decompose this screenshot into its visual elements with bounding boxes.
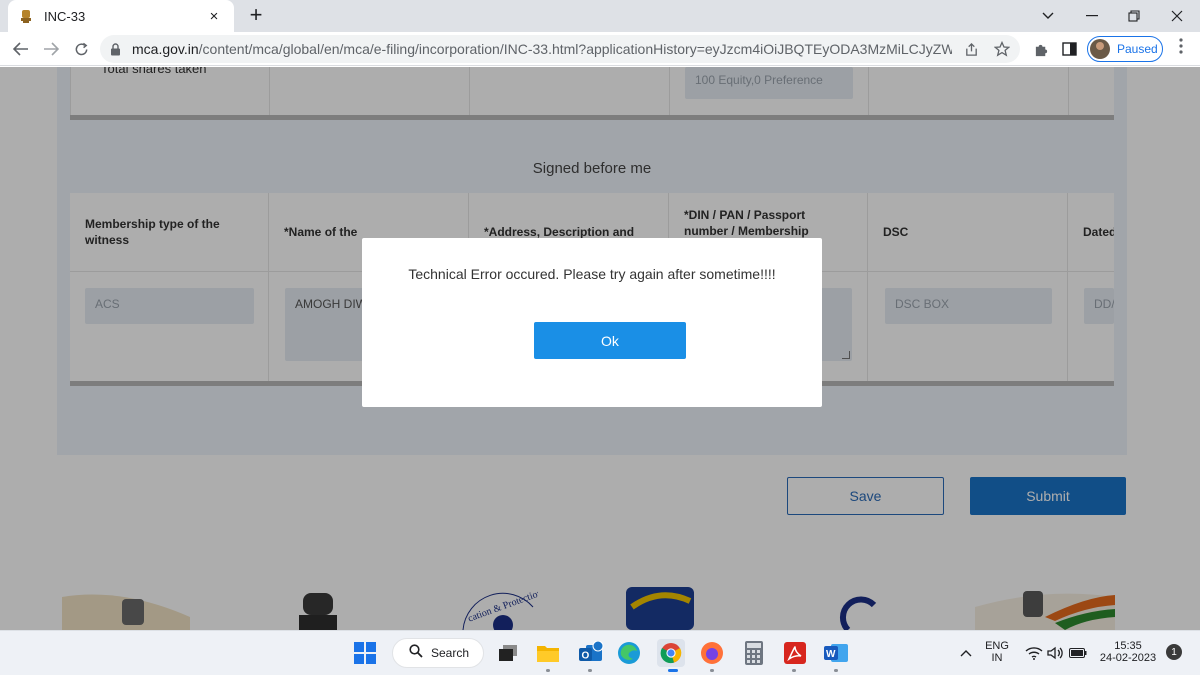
language-code: ENG xyxy=(985,640,1009,652)
svg-text:W: W xyxy=(826,649,836,660)
outlook-icon[interactable]: O xyxy=(577,639,605,667)
edge-icon[interactable] xyxy=(615,639,643,667)
running-indicator xyxy=(834,669,838,672)
restore-icon[interactable] xyxy=(1113,0,1155,32)
language-indicator[interactable]: ENG IN xyxy=(982,640,1012,664)
battery-icon[interactable] xyxy=(1064,639,1092,667)
browser-tab-active[interactable]: INC-33 × xyxy=(8,0,234,32)
ok-button[interactable]: Ok xyxy=(534,322,686,359)
new-tab-button[interactable]: + xyxy=(244,4,268,28)
running-indicator xyxy=(546,669,550,672)
clock-date: 24-02-2023 xyxy=(1099,652,1157,664)
url-host: mca.gov.in xyxy=(132,41,199,57)
emblem-favicon-icon xyxy=(18,8,34,24)
notification-badge[interactable]: 1 xyxy=(1166,644,1182,660)
acrobat-icon[interactable] xyxy=(781,639,809,667)
windows-taskbar: Search O W ENG IN 15:35 24-02-2023 1 xyxy=(0,630,1200,675)
url-path: /content/mca/global/en/mca/e-filing/inco… xyxy=(198,41,952,57)
task-view-icon[interactable] xyxy=(494,639,522,667)
tab-title: INC-33 xyxy=(44,8,86,24)
region-code: IN xyxy=(991,652,1003,664)
windows-start-icon[interactable] xyxy=(351,639,379,667)
search-label: Search xyxy=(431,646,470,660)
calculator-icon[interactable] xyxy=(740,639,768,667)
word-icon[interactable]: W xyxy=(822,639,850,667)
tab-close-icon[interactable]: × xyxy=(204,8,224,25)
forward-arrow-icon[interactable] xyxy=(38,36,64,62)
minimize-icon[interactable] xyxy=(1071,0,1113,32)
error-dialog: Technical Error occured. Please try agai… xyxy=(362,238,822,407)
extensions-puzzle-icon[interactable] xyxy=(1030,38,1052,60)
share-icon[interactable] xyxy=(962,40,980,58)
browser-toolbar: mca.gov.in/content/mca/global/en/mca/e-f… xyxy=(0,32,1200,66)
profile-button[interactable]: Paused xyxy=(1087,36,1163,62)
avatar xyxy=(1090,39,1110,59)
profile-status-label: Paused xyxy=(1117,42,1158,56)
search-icon xyxy=(409,643,423,663)
browser-tabstrip: INC-33 × + xyxy=(0,0,1200,32)
tab-search-chevron-icon[interactable] xyxy=(1027,0,1069,32)
lock-icon xyxy=(110,42,124,56)
side-panel-icon[interactable] xyxy=(1058,38,1080,60)
active-indicator xyxy=(668,669,678,672)
more-menu-icon[interactable] xyxy=(1170,38,1192,60)
svg-text:O: O xyxy=(582,651,590,662)
running-indicator xyxy=(710,669,714,672)
address-bar[interactable]: mca.gov.in/content/mca/global/en/mca/e-f… xyxy=(100,35,1020,63)
running-indicator xyxy=(588,669,592,672)
running-indicator xyxy=(792,669,796,672)
firefox-icon[interactable] xyxy=(698,639,726,667)
chrome-icon[interactable] xyxy=(657,639,685,667)
url-text: mca.gov.in/content/mca/global/en/mca/e-f… xyxy=(132,41,952,57)
close-window-icon[interactable] xyxy=(1156,0,1198,32)
clock-time: 15:35 xyxy=(1114,640,1142,652)
reload-icon[interactable] xyxy=(68,36,94,62)
clock[interactable]: 15:35 24-02-2023 xyxy=(1094,640,1162,664)
taskbar-search-button[interactable]: Search xyxy=(392,638,484,668)
error-message: Technical Error occured. Please try agai… xyxy=(408,266,776,282)
show-hidden-icons-chevron-icon[interactable] xyxy=(952,639,980,667)
file-explorer-icon[interactable] xyxy=(534,639,562,667)
bookmark-star-icon[interactable] xyxy=(993,40,1011,58)
back-arrow-icon[interactable] xyxy=(8,36,34,62)
